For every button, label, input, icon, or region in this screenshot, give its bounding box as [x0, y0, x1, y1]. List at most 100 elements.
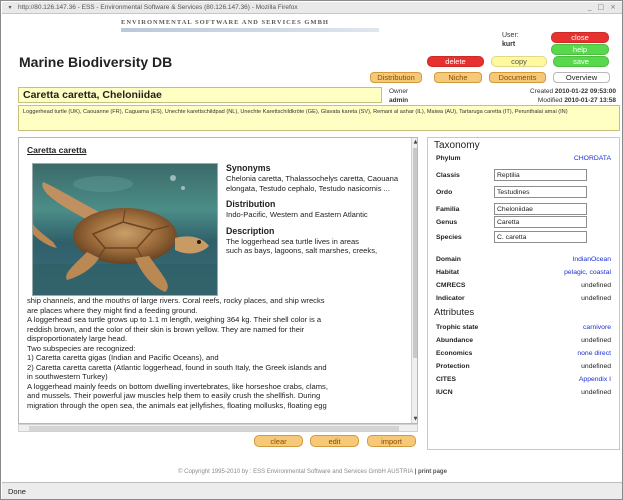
genus-label: Genus [436, 219, 458, 226]
cmrecs-value: undefined [581, 282, 611, 289]
save-button[interactable]: save [553, 56, 609, 67]
copy-button[interactable]: copy [491, 56, 547, 67]
economics-value[interactable]: none direct [577, 350, 611, 357]
copyright-text: © Copyright 1995-2010 by : ESS Environme… [178, 469, 413, 475]
import-button[interactable]: import [367, 435, 416, 447]
user-label: User: [502, 32, 519, 39]
turtle-photo [32, 163, 218, 296]
scroll-up-icon[interactable]: ▲ [412, 138, 417, 146]
trophic-state-value[interactable]: carnivore [583, 324, 611, 331]
species-label: Species [436, 234, 462, 241]
distribution-heading: Distribution [226, 199, 276, 209]
maximize-icon[interactable]: □ [598, 3, 605, 11]
window-titlebar: ▾ http://80.126.147.36 - ESS - Environme… [2, 2, 622, 14]
close-window-icon[interactable]: × [610, 3, 616, 11]
description-line: ship channels, and the mouths of large r… [27, 296, 325, 305]
minimize-icon[interactable]: _ [588, 3, 592, 11]
description-content: Caretta caretta Synonyms Chelonia carett… [19, 138, 411, 423]
close-button[interactable]: close [551, 32, 609, 43]
classis-label: Classis [436, 172, 460, 179]
synonyms-text: Chelonia caretta, Thalassochelys caretta… [226, 174, 399, 193]
created-label: Created [529, 88, 554, 95]
common-names-field[interactable]: Loggerhead turtle (UK), Caouanne (FR), C… [18, 105, 620, 131]
description-line: are places where they might find a feedi… [27, 305, 198, 315]
indicator-label: Indicator [436, 295, 465, 302]
vertical-scroll-thumb[interactable] [413, 148, 417, 358]
distribution-text: Indo-Pacific, Western and Eastern Atlant… [226, 210, 368, 219]
print-page-link[interactable]: print page [418, 469, 447, 475]
iucn-value: undefined [581, 389, 611, 396]
abundance-label: Abundance [436, 337, 474, 344]
description-line: 2) Caretta caretta caretta (Atlantic log… [27, 362, 327, 372]
help-button[interactable]: help [551, 44, 609, 55]
domain-value[interactable]: IndianOcean [572, 256, 611, 263]
modified-value: 2010-01-27 13:58 [564, 97, 616, 104]
tab-niche[interactable]: Niche [434, 72, 482, 83]
tab-documents[interactable]: Documents [489, 72, 546, 83]
vertical-scrollbar[interactable]: ▲ ▼ [411, 138, 417, 423]
abundance-value: undefined [581, 337, 611, 344]
status-bar: Done [2, 482, 622, 499]
species-summary: Synonyms Chelonia caretta, Thalassochely… [226, 163, 406, 256]
description-line: A loggerhead mainly feeds on bottom dwel… [27, 381, 328, 391]
description-line: The loggerhead sea turtle lives in areas [226, 236, 359, 246]
browser-window: ▾ http://80.126.147.36 - ESS - Environme… [0, 0, 623, 500]
familia-field[interactable]: Cheloniidae [494, 203, 587, 215]
habitat-value[interactable]: pelagic, coastal [564, 269, 611, 276]
window-menu-icon[interactable]: ▾ [6, 4, 14, 12]
description-line: Two subspecies are recognized: [27, 343, 136, 353]
classis-field[interactable]: Reptilia [494, 169, 587, 181]
description-panel[interactable]: Caretta caretta Synonyms Chelonia carett… [18, 137, 418, 424]
description-line: and mussels. Their powerful jaw muscles … [27, 391, 321, 400]
phylum-label: Phylum [436, 155, 461, 162]
scroll-down-icon[interactable]: ▼ [412, 415, 417, 423]
protection-label: Protection [436, 363, 470, 370]
description-line: in southwestern Turkey) [27, 372, 108, 381]
modified-label: Modified [537, 97, 563, 104]
delete-button[interactable]: delete [427, 56, 484, 67]
description-line: A loggerhead sea turtle grows up to 1.1 … [27, 315, 322, 324]
created-row: Created 2010-01-22 09:53:00 [530, 87, 616, 96]
modified-row: Modified 2010-01-27 13:58 [530, 96, 616, 105]
company-banner: ENVIRONMENTAL SOFTWARE AND SERVICES GMBH [121, 19, 381, 37]
description-line: such as bays, lagoons, salt marshes, cre… [226, 246, 378, 255]
species-title-field[interactable]: Caretta caretta, Cheloniidae [18, 87, 382, 103]
species-heading: Caretta caretta [27, 145, 87, 155]
cites-value[interactable]: Appendix I [579, 376, 611, 383]
genus-field[interactable]: Caretta [494, 216, 587, 228]
description-line: reddish brown, and the color of their sk… [27, 324, 305, 334]
window-title: http://80.126.147.36 - ESS - Environment… [18, 4, 298, 11]
economics-label: Economics [436, 350, 473, 357]
domain-label: Domain [436, 256, 461, 263]
edit-button[interactable]: edit [310, 435, 359, 447]
familia-label: Familia [436, 206, 460, 213]
owner-label: Owner [389, 88, 409, 95]
iucn-label: IUCN [436, 389, 453, 396]
indicator-value: undefined [581, 295, 611, 302]
description-heading: Description [226, 225, 275, 236]
trophic-state-label: Trophic state [436, 324, 479, 331]
app-title: Marine Biodiversity DB [19, 54, 173, 70]
description-line: migration through the open sea, the anim… [27, 400, 327, 410]
protection-value: undefined [581, 363, 611, 370]
cmrecs-label: CMRECS [436, 282, 466, 289]
window-controls: _ □ × [588, 3, 616, 11]
ordo-field[interactable]: Testudines [494, 186, 587, 198]
tab-overview[interactable]: Overview [553, 72, 610, 83]
phylum-value[interactable]: CHORDATA [574, 155, 611, 162]
clear-button[interactable]: clear [254, 435, 303, 447]
user-info: User: kurt [502, 31, 519, 49]
tab-distribution[interactable]: Distribution [370, 72, 422, 83]
description-line: 1) Caretta caretta gigas (Indian and Pac… [27, 353, 219, 362]
ordo-label: Ordo [436, 189, 453, 196]
cites-label: CITES [436, 376, 457, 383]
synonyms-heading: Synonyms [226, 163, 271, 173]
horizontal-scroll-thumb[interactable] [29, 426, 399, 431]
species-field[interactable]: C. caretta [494, 231, 587, 243]
company-name: ENVIRONMENTAL SOFTWARE AND SERVICES GMBH [121, 19, 329, 26]
company-banner-bar [121, 28, 379, 32]
owner-value: admin [389, 97, 409, 104]
footer: © Copyright 1995-2010 by : ESS Environme… [178, 469, 447, 475]
attributes-title: Attributes [434, 307, 475, 318]
horizontal-scrollbar[interactable] [18, 424, 418, 432]
